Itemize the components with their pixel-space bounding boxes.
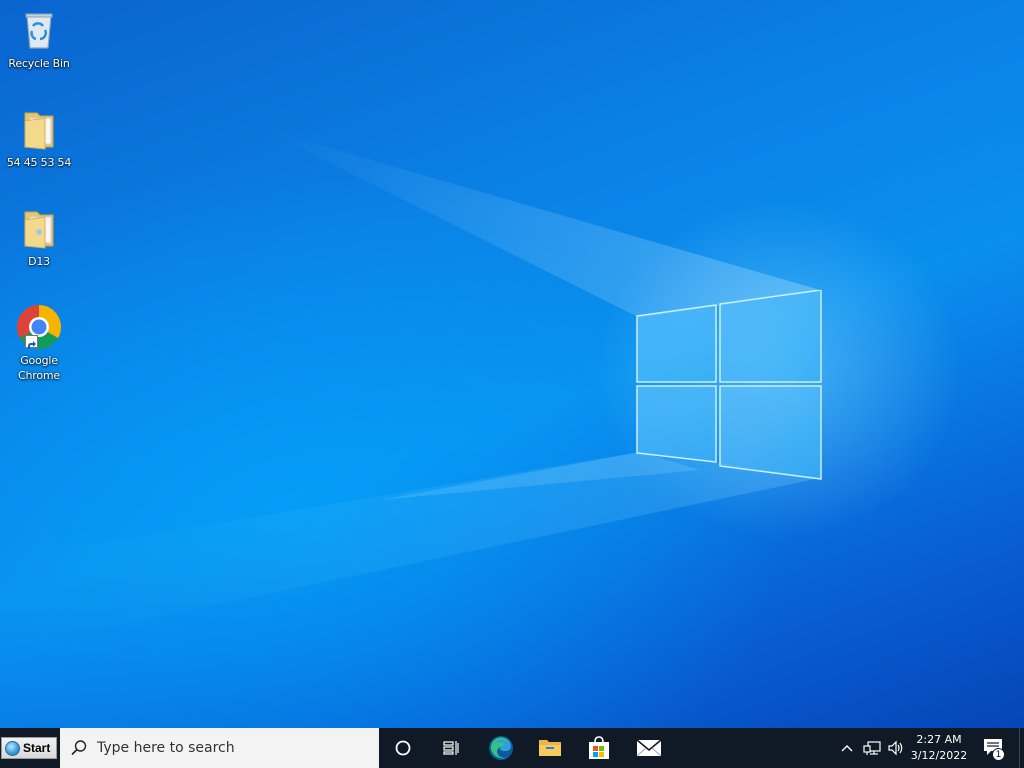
show-desktop-button[interactable] [1019,728,1024,768]
folder-icon [539,740,561,756]
clock-button[interactable]: 2:27 AM 3/12/2022 [906,730,972,766]
task-view-icon [443,741,459,755]
volume-icon [888,740,903,756]
edge-button[interactable] [477,728,525,768]
clock-date: 3/12/2022 [910,749,968,762]
search-box[interactable]: Type here to search [60,728,379,768]
taskbar: Start Type here to search 2:27 AM 3/12/2… [0,728,1024,768]
network-icon [863,741,881,755]
action-center-button[interactable]: 1 [978,728,1010,768]
edge-icon [489,736,513,760]
desktop-wallpaper[interactable] [0,0,1024,728]
cortana-button[interactable] [379,728,427,768]
chrome-icon [15,303,63,351]
chevron-up-icon [841,745,853,752]
desktop-icon-label: 54 45 53 54 [6,156,72,169]
start-orb-icon [5,740,20,756]
volume-button[interactable] [884,728,908,768]
clock-time: 2:27 AM [916,733,962,746]
desktop-icon-recycle-bin[interactable]: Recycle Bin [4,6,74,71]
file-explorer-button[interactable] [526,728,574,768]
shortcut-arrow-icon [25,335,38,349]
notification-count-badge: 1 [992,748,1005,761]
start-label: Start [23,741,51,755]
desktop-icon-label: Recycle Bin [8,57,70,70]
recycle-bin-icon [15,6,63,54]
show-hidden-icons-button[interactable] [836,728,858,768]
desktop-icon-folder-d13[interactable]: D13 [4,204,74,269]
network-button[interactable] [860,728,884,768]
desktop-icon-label: Google Chrome [18,354,60,382]
desktop-icon-folder-54-45-53-54[interactable]: 54 45 53 54 [4,105,74,170]
search-icon [71,740,87,756]
folder-icon [15,105,63,153]
light-beam [0,128,820,650]
mail-button[interactable] [625,728,673,768]
microsoft-store-button[interactable] [575,728,623,768]
mail-icon [636,739,662,757]
search-input[interactable]: Type here to search [97,740,235,756]
desktop-icon-label: D13 [28,255,50,268]
start-button[interactable]: Start [1,737,57,759]
cortana-circle-icon [395,740,411,756]
desktop-icon-google-chrome[interactable]: Google Chrome [4,303,74,383]
folder-icon [15,204,63,252]
store-bag-icon [589,736,609,759]
windows-logo [636,290,822,480]
task-view-button[interactable] [427,728,475,768]
